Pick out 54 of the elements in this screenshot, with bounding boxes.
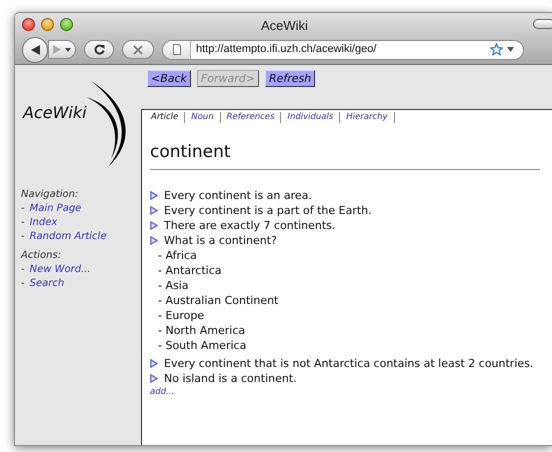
close-icon	[133, 44, 143, 54]
sidebar-heading: Navigation:	[21, 188, 80, 202]
toolbar-toggle-button[interactable]	[533, 19, 552, 29]
forward-arrow-icon	[53, 45, 61, 54]
sidebar-link[interactable]: New Word...	[30, 263, 91, 277]
sentence: Every continent is a part of the Earth.	[164, 202, 372, 218]
sidebar-link[interactable]: Random Article	[30, 230, 106, 244]
close-button[interactable]	[22, 18, 35, 30]
sidebar-heading: Actions:	[21, 249, 62, 263]
bullet-dash: -	[21, 263, 25, 277]
bullet-dash: -	[21, 216, 25, 230]
reload-button[interactable]	[84, 40, 114, 59]
back-button[interactable]	[22, 36, 48, 62]
tab[interactable]: Article	[150, 112, 186, 123]
answer: - North America	[158, 322, 246, 338]
back-arrow-icon	[30, 44, 40, 54]
page-icon	[172, 44, 180, 55]
dropdown-caret-icon[interactable]	[507, 47, 514, 52]
sentence: Every continent is an area.	[164, 188, 312, 202]
sentence: No island is a continent.	[164, 370, 297, 386]
sidebar-link[interactable]: Search	[30, 277, 64, 291]
zoom-button[interactable]	[60, 18, 73, 30]
stop-button[interactable]	[122, 40, 154, 59]
question: What is a continent?	[164, 232, 277, 248]
nav-button[interactable]: Refresh	[264, 70, 316, 87]
article-title: continent	[150, 140, 540, 170]
tab[interactable]: References	[220, 112, 282, 123]
tab[interactable]: Hierarchy	[340, 112, 395, 123]
answer: - Antarctica	[158, 262, 223, 278]
bullet-dash: -	[21, 277, 25, 291]
forward-button[interactable]	[48, 40, 76, 59]
reload-icon	[94, 44, 104, 55]
tab[interactable]: Individuals	[281, 112, 340, 123]
nav-button[interactable]: <Back	[147, 70, 191, 87]
bullet-dash: -	[21, 230, 25, 244]
answer: - Asia	[158, 278, 190, 292]
dropdown-caret-icon	[65, 48, 71, 52]
bullet-dash: -	[21, 202, 25, 216]
sidebar-link[interactable]: Main Page	[30, 202, 82, 216]
sentence: Every continent that is not Antarctica contains at least 2 countries.	[164, 356, 534, 370]
answer: - South America	[158, 338, 248, 352]
answer: - Australian Continent	[158, 292, 280, 308]
window-title: AceWiki	[261, 17, 308, 35]
address-field[interactable]: http://attempto.ifi.uzh.ch/acewiki/geo/	[162, 40, 524, 60]
sidebar-link[interactable]: Index	[30, 216, 58, 230]
url-text: http://attempto.ifi.uzh.ch/acewiki/geo/	[196, 42, 378, 58]
minimize-button[interactable]	[41, 18, 54, 30]
sentence: There are exactly 7 continents.	[164, 218, 336, 232]
logo-text: AceWiki	[23, 102, 87, 124]
add-link[interactable]: add...	[150, 386, 552, 398]
tab[interactable]: Noun	[185, 112, 221, 123]
star-icon[interactable]	[490, 43, 503, 56]
answer: - Africa	[158, 248, 198, 262]
answer: - Europe	[158, 308, 206, 322]
